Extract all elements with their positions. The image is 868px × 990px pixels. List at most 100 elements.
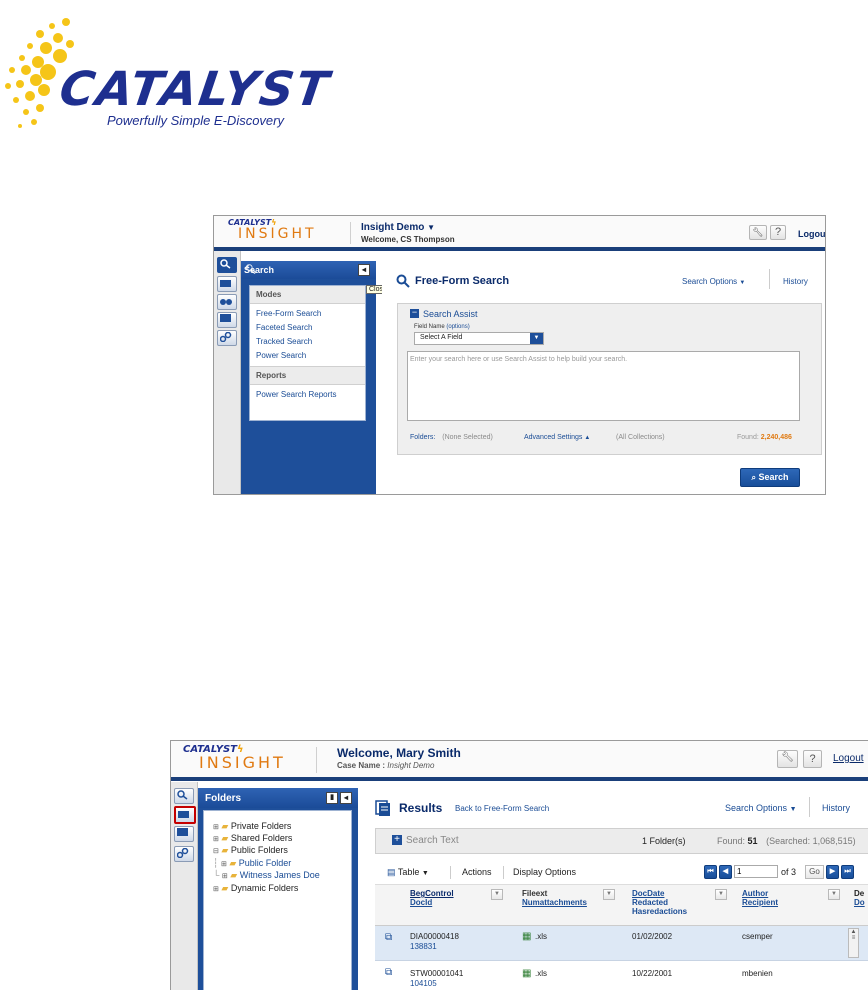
rail-folders-button[interactable] [174,806,196,824]
tree-witness-folder[interactable]: └ ⊞ ▰ Witness James Doe [213,870,320,881]
field-name-label: Field Name (options) [414,324,470,330]
expand-search-text-button[interactable]: + [392,835,402,845]
next-page-button[interactable]: ▶ [826,865,839,879]
rail-folders-button[interactable] [217,276,237,292]
open-document-icon[interactable]: ⧉ [385,932,392,943]
page-title: Free-Form Search [415,275,510,287]
column-fileext[interactable]: Fileext Numattachments [522,889,587,907]
logout-link[interactable]: Logout [798,229,825,239]
logo-wordmark: CATALYST [56,62,334,117]
column-author[interactable]: Author Recipient [742,889,778,907]
collapse-panel-button[interactable]: ◂ [340,792,352,804]
search-query-input[interactable]: Enter your search here or use Search Ass… [407,351,800,421]
search-screenshot: CATALYSTϟ INSIGHT Insight Demo ▼ Welcome… [213,215,826,495]
column-docdate[interactable]: DocDate Redacted Hasredactions [632,889,687,916]
results-table: BegControl DocId ▼ Fileext Numattachment… [375,885,868,990]
chevron-left-icon: ◂ [361,265,366,274]
tree-shared-folders[interactable]: ⊞ ▰ Shared Folders [213,833,292,844]
row-docid[interactable]: 104105 [410,979,437,988]
folder-icon: ▰ [221,821,229,831]
tree-private-folders[interactable]: ⊞ ▰ Private Folders [213,821,291,832]
next-page-icon: ▶ [829,868,836,875]
row-docid[interactable]: 138831 [410,942,437,951]
mode-tracked[interactable]: Tracked Search [250,332,365,346]
pin-panel-button[interactable]: ▮ [326,792,338,804]
page-number-input[interactable] [734,865,778,878]
column-menu-button[interactable]: ▼ [828,889,840,900]
history-link[interactable]: History [822,803,850,813]
tree-public-folder[interactable]: ┆ ⊞ ▰ Public Folder [213,858,291,869]
table-icon: ▤ [387,867,396,877]
back-to-search-link[interactable]: Back to Free-Form Search [455,804,549,813]
open-document-icon[interactable]: ⧉ [385,967,392,978]
first-page-icon: ⏮ [707,868,714,875]
field-options-link[interactable]: (options) [446,324,469,330]
tree-dynamic-folders[interactable]: ⊞ ▰ Dynamic Folders [213,883,298,894]
prev-page-button[interactable]: ◀ [719,865,732,879]
history-link[interactable]: History [783,277,808,286]
column-menu-button[interactable]: ▼ [715,889,727,900]
folder-icon: ▰ [230,870,238,880]
chevron-down-icon: ▼ [427,223,436,232]
reports-header: Reports [250,366,365,385]
rail-settings-button[interactable] [217,330,237,346]
column-menu-button[interactable]: ▼ [491,889,503,900]
row-fileext: .xls [535,969,547,978]
search-text-label[interactable]: Search Text [406,835,459,846]
report-power-search[interactable]: Power Search Reports [250,385,365,404]
collapse-icon: ⊟ [213,848,219,855]
search-box-container: − Search Assist Field Name (options) Sel… [397,303,822,455]
actions-menu[interactable]: Actions [462,867,492,877]
app-header: CATALYSTϟ INSIGHT Welcome, Mary Smith Ca… [171,741,868,781]
column-menu-button[interactable]: ▼ [603,889,615,900]
rail-settings-button[interactable] [174,846,194,862]
search-options-menu[interactable]: Search Options ▼ [725,803,797,813]
welcome-text: Welcome, CS Thompson [361,235,455,244]
chevron-left-icon: ◂ [343,793,348,802]
display-options-menu[interactable]: Display Options [513,867,576,877]
rail-search-button[interactable] [174,788,194,804]
field-select[interactable]: Select A Field ▼ [414,332,544,345]
advanced-settings-link[interactable]: Advanced Settings ▲ [524,434,590,441]
folder-icon: ▰ [221,833,229,843]
tools-button[interactable]: 🔧︎ [749,225,767,240]
rail-binoculars-button[interactable] [217,294,237,310]
help-button[interactable]: ? [770,225,786,240]
go-button[interactable]: Go [805,865,824,879]
case-switcher[interactable]: Insight Demo ▼ [361,222,435,233]
column-truncated[interactable]: De Do [854,889,865,907]
chevron-down-icon: ▼ [789,806,797,813]
folders-panel-header: Folders ▮ ◂ [198,788,358,808]
tree-public-folders[interactable]: ⊟ ▰ Public Folders [213,845,288,856]
folders-label[interactable]: Folders: [410,434,435,441]
folders-panel: Folders ▮ ◂ ⊞ ▰ Private Folders ⊞ ▰ Shar… [198,788,358,990]
rail-search-button[interactable] [217,257,237,273]
results-screenshot: CATALYSTϟ INSIGHT Welcome, Mary Smith Ca… [170,740,868,990]
search-icon [177,790,188,800]
view-menu[interactable]: ▤ Table ▼ [387,867,429,878]
help-button[interactable]: ? [803,750,822,768]
results-toolbar: ▤ Table ▼ Actions Display Options ⏮ ◀ of… [375,862,868,885]
tools-button[interactable]: 🔧︎ [777,750,798,768]
rail-review-button[interactable] [174,826,194,842]
column-begcontrol[interactable]: BegControl DocId [410,889,454,907]
search-button[interactable]: ⌕ Search [740,468,800,487]
scrollbar[interactable]: ▲ ≡ [848,928,859,958]
mode-faceted[interactable]: Faceted Search [250,318,365,332]
modes-header: Modes [250,286,365,304]
excel-file-icon: ▦ [522,968,532,979]
rail-review-button[interactable] [217,312,237,328]
collapse-assist-button[interactable]: − [410,308,419,318]
last-page-button[interactable]: ⏭ [841,865,854,879]
monitor-icon [220,314,231,322]
close-panel-button[interactable]: ◂ [358,264,370,276]
mode-free-form[interactable]: Free-Form Search [250,304,365,318]
table-row[interactable]: ⧉ DIA00000418 138831 ▦ .xls 01/02/2002 c… [375,926,868,961]
table-row[interactable]: ⧉ STW00001041 104105 ▦ .xls 10/22/2001 m… [375,961,868,990]
search-assist-label[interactable]: Search Assist [423,309,478,319]
first-page-button[interactable]: ⏮ [704,865,717,879]
logout-link[interactable]: Logout [833,753,864,764]
mode-power[interactable]: Power Search [250,346,365,366]
row-begcontrol: DIA00000418 [410,932,459,941]
search-options-menu[interactable]: Search Options ▼ [682,277,745,286]
